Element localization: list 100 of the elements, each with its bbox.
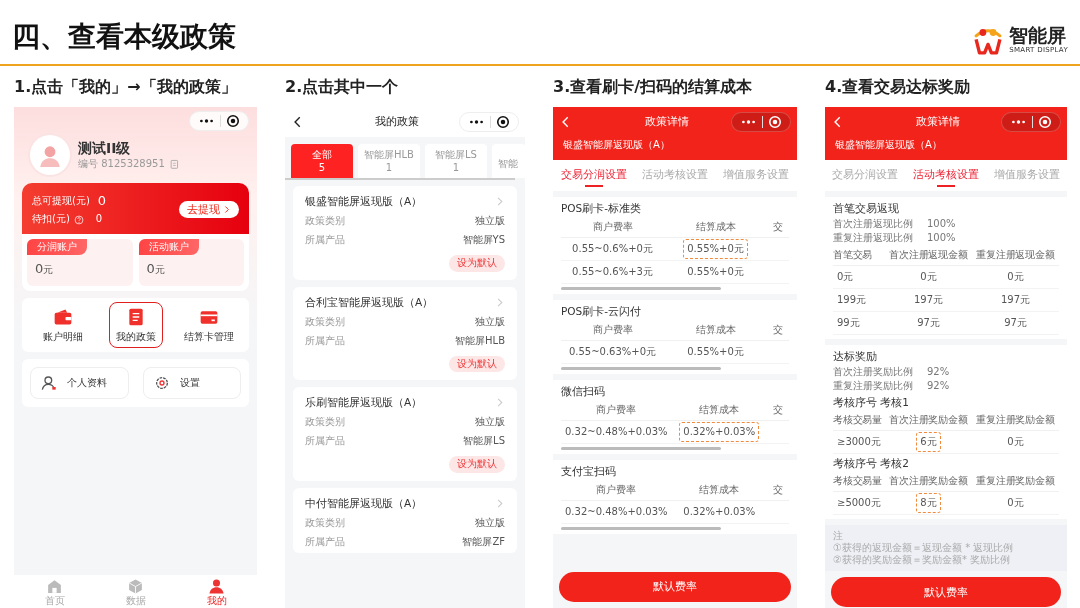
user-name: 测试II级	[78, 140, 132, 158]
table-cell-text: 0元	[836, 269, 855, 284]
policy-card[interactable]: 中付智能屏返现版（A） 政策类别 独立版 所属产品 智能屏ZF	[293, 487, 517, 553]
shortcut-button[interactable]: 账户明细	[35, 301, 90, 348]
table-cell: 6元	[916, 432, 941, 452]
tab-bar-item[interactable]: 我的	[176, 578, 257, 606]
column-header: 首次注册奖励金额	[885, 410, 972, 431]
balance-label: 总可提现(元)	[32, 194, 90, 208]
field-label: 政策类别	[305, 214, 345, 229]
table-cell: 0.55%+0元	[683, 238, 748, 259]
field-value: 智能屏HLB	[455, 333, 505, 348]
cube-icon	[127, 578, 144, 595]
logo-name: 智能屏	[1009, 26, 1067, 46]
account-tag: 分润账户	[27, 238, 87, 256]
table-cell-text: 0.55~0.63%+0元	[567, 344, 658, 359]
step-label: 1.点击「我的」→「我的政策」	[14, 75, 238, 98]
assessment-title: 考核序号 考核1	[833, 394, 911, 410]
field-label: 政策类别	[305, 314, 345, 329]
assessment-title: 考核序号 考核2	[833, 456, 911, 471]
ratio-value: 100%	[927, 230, 956, 245]
page-title: 政策详情	[644, 115, 690, 129]
table-cell-text: 97元	[1003, 315, 1028, 330]
table-cell-text: 197元	[912, 292, 945, 307]
tab[interactable]: 交易分润设置	[553, 167, 635, 187]
note-text: ②获得的奖励金额＝奖励金额* 奖励比例	[833, 554, 1012, 567]
pending-value: 0	[95, 213, 103, 226]
policy-card[interactable]: 银盛智能屏返现版（A） 政策类别 独立版 所属产品 智能屏YS 设为默认	[293, 186, 517, 280]
tab[interactable]: 活动考核设置	[634, 167, 716, 187]
page-title: 政策详情	[915, 115, 961, 129]
field-label: 所属产品	[305, 434, 345, 449]
tab[interactable]: 交易分润设置	[825, 167, 906, 187]
target-icon[interactable]	[226, 114, 240, 128]
set-default-button[interactable]: 设为默认	[449, 355, 505, 373]
table-cell-text: 0.55~0.6%+0元	[571, 241, 654, 256]
chevron-right-icon[interactable]	[222, 204, 231, 214]
default-rate-button[interactable]: 默认费率	[831, 577, 1061, 608]
set-default-button[interactable]: 设为默认	[449, 255, 505, 272]
tab[interactable]: 活动考核设置	[905, 167, 987, 187]
policy-card[interactable]: 乐刷智能屏返现版（A） 政策类别 独立版 所属产品 智能屏LS 设为默认	[293, 387, 517, 481]
pending-label: 待扣(元)	[32, 213, 70, 226]
tab-bar-item[interactable]: 首页	[14, 578, 95, 606]
table-cell-text: 0.32~0.48%+0.03%	[564, 425, 669, 439]
filter-tab[interactable]: 智能屏HLB 1	[358, 144, 420, 178]
withdraw-button[interactable]: 去提现	[179, 200, 239, 218]
column-header: 商户费率	[561, 216, 664, 238]
column-header: 交	[767, 400, 789, 421]
tab[interactable]: 增值服务设置	[715, 167, 797, 187]
shortcut-button[interactable]: 我的政策	[108, 301, 163, 348]
menu-button[interactable]: 个人资料	[30, 367, 129, 399]
target-icon[interactable]	[496, 115, 510, 129]
table-cell-text: 0.55~0.6%+3元	[571, 264, 654, 279]
set-default-button[interactable]: 设为默认	[449, 456, 505, 473]
table-cell-text: 199元	[836, 292, 868, 307]
column-header: 首次注册返现金额	[885, 244, 972, 266]
policy-name: 中付智能屏返现版（A）	[305, 496, 423, 510]
policy-card[interactable]: 合利宝智能屏返现版（A） 政策类别 独立版 所属产品 智能屏HLB 设为默认	[293, 286, 517, 381]
column-header: 首笔交易	[833, 244, 885, 266]
field-label: 所属产品	[305, 535, 345, 549]
field-value: 独立版	[475, 314, 505, 329]
column-header: 交	[767, 319, 789, 341]
tab[interactable]: 增值服务设置	[986, 167, 1067, 187]
column-header: 考核交易量	[833, 410, 885, 431]
user-id: 编号 8125328951	[78, 157, 165, 170]
field-value: 智能屏YS	[462, 233, 505, 248]
menu-button[interactable]: 设置	[142, 367, 241, 399]
column-header: 商户费率	[561, 319, 664, 341]
account-amount: 0元	[34, 260, 55, 278]
section-title: POS刷卡-标准类	[561, 201, 643, 216]
column-header: 首次注册奖励金额	[885, 471, 972, 493]
ratio-label: 首次注册奖励比例	[833, 364, 913, 379]
help-icon[interactable]	[73, 214, 84, 225]
filter-tab[interactable]: 智能	[492, 144, 525, 178]
account-amount: 0元	[145, 260, 166, 278]
field-label: 政策类别	[305, 415, 345, 430]
page-title: 我的政策	[374, 115, 420, 129]
filter-tab[interactable]: 智能屏LS 1	[425, 144, 487, 178]
step-label: 4.查看交易达标奖励	[825, 75, 972, 98]
field-value: 独立版	[475, 516, 505, 530]
shortcut-button[interactable]: 结算卡管理	[176, 301, 241, 348]
column-header: 结算成本	[671, 480, 767, 502]
field-value: 独立版	[475, 214, 505, 229]
column-header: 交	[767, 480, 789, 502]
table-cell-text: ≥5000元	[836, 496, 882, 511]
step-label: 2.点击其中一个	[285, 75, 400, 98]
table-cell-text: 97元	[916, 315, 941, 330]
policy-name: 银盛智能屏返现版（A）	[834, 138, 943, 152]
note-text: 注	[833, 530, 844, 542]
column-header: 结算成本	[664, 216, 767, 238]
person-icon	[41, 375, 57, 391]
tab-bar-item[interactable]: 数据	[95, 578, 176, 606]
field-value: 智能屏LS	[463, 434, 505, 449]
column-header: 结算成本	[664, 319, 767, 341]
default-rate-button[interactable]: 默认费率	[559, 572, 791, 602]
table-cell-text: 0元	[919, 269, 938, 284]
filter-tab[interactable]: 全部 5	[291, 144, 353, 178]
policy-name: 乐刷智能屏返现版（A）	[305, 396, 423, 410]
field-label: 所属产品	[305, 233, 345, 248]
ratio-value: 92%	[927, 364, 950, 379]
account-tag: 活动账户	[138, 238, 199, 256]
column-header: 重复注册奖励金额	[972, 471, 1059, 493]
